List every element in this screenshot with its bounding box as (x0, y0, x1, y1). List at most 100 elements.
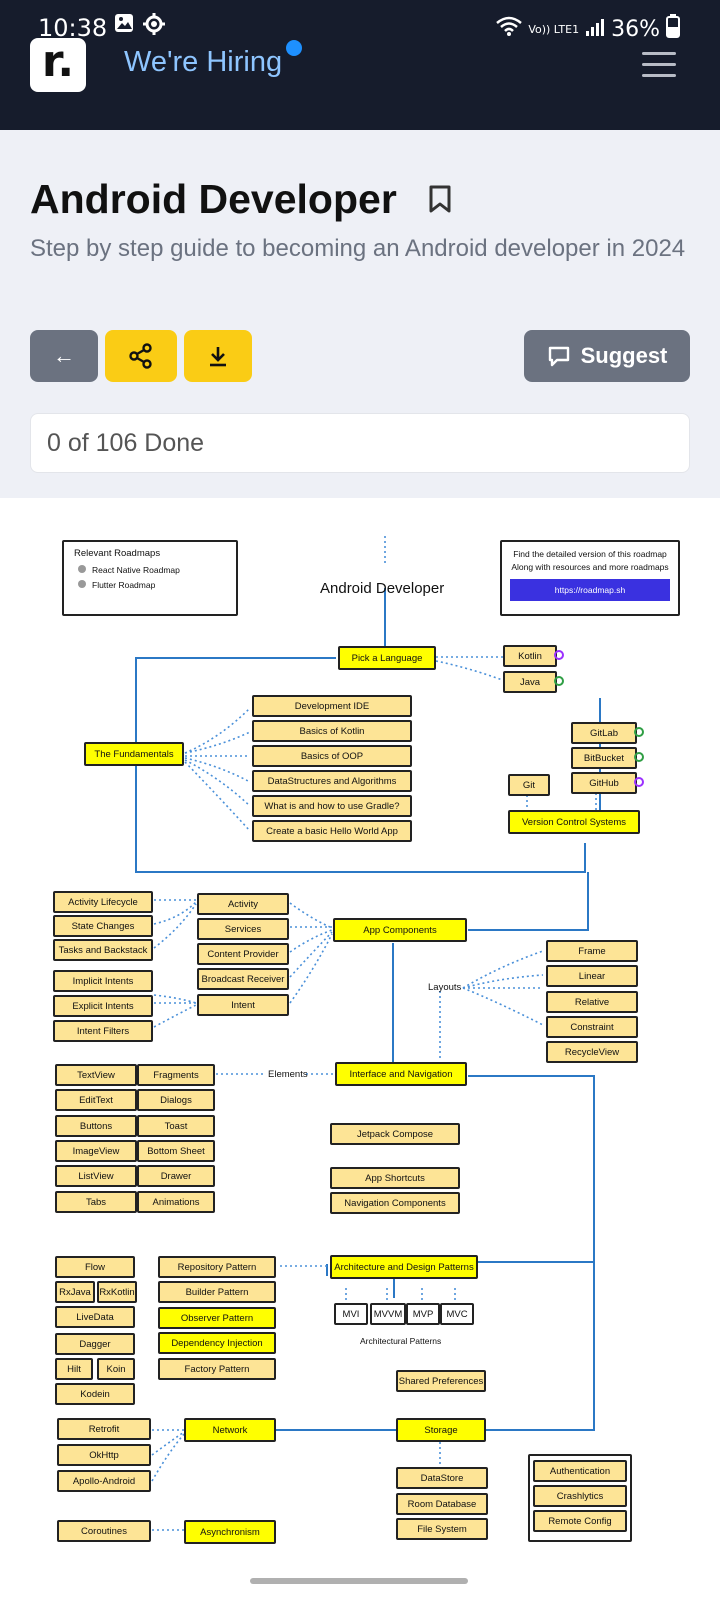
arch-pattern-item[interactable]: MVVM (370, 1303, 406, 1325)
reactive-item[interactable]: RxKotlin (97, 1281, 137, 1303)
relevant-item[interactable]: Flutter Roadmap (74, 580, 226, 590)
fundamentals-item[interactable]: Development IDE (252, 695, 412, 717)
design-pattern-item[interactable]: Dependency Injection (158, 1332, 276, 1354)
design-pattern-item[interactable]: Repository Pattern (158, 1256, 276, 1278)
storage-item[interactable]: Room Database (396, 1493, 488, 1515)
layout-item[interactable]: Relative (546, 991, 638, 1013)
component-detail-item[interactable]: Activity Lifecycle (53, 891, 153, 913)
network-item[interactable]: Apollo-Android (57, 1470, 151, 1492)
fundamentals-node[interactable]: The Fundamentals (84, 742, 184, 766)
ui-element-item[interactable]: Drawer (137, 1165, 215, 1187)
elements-label: Elements (268, 1069, 308, 1080)
app-components-node[interactable]: App Components (333, 918, 467, 942)
navigation-item[interactable]: App Shortcuts (330, 1167, 460, 1189)
component-detail-item[interactable]: Explicit Intents (53, 995, 153, 1017)
signal-icon (585, 17, 605, 42)
kotlin-node[interactable]: Kotlin (503, 645, 557, 667)
ui-element-item[interactable]: Toast (137, 1115, 215, 1137)
coroutines-node[interactable]: Coroutines (57, 1520, 151, 1542)
fundamentals-item[interactable]: Basics of Kotlin (252, 720, 412, 742)
git-node[interactable]: Git (508, 774, 550, 796)
fundamentals-item[interactable]: Create a basic Hello World App (252, 820, 412, 842)
storage-node[interactable]: Storage (396, 1418, 486, 1442)
fundamentals-item[interactable]: What is and how to use Gradle? (252, 795, 412, 817)
network-node[interactable]: Network (184, 1418, 276, 1442)
component-detail-item[interactable]: Tasks and Backstack (53, 939, 153, 961)
bookmark-icon[interactable] (428, 184, 452, 214)
reactive-item[interactable]: Hilt (55, 1358, 93, 1380)
ui-element-item[interactable]: TextView (55, 1064, 137, 1086)
arch-pattern-item[interactable]: MVI (334, 1303, 368, 1325)
fundamentals-item[interactable]: Basics of OOP (252, 745, 412, 767)
layout-item[interactable]: RecycleView (546, 1041, 638, 1063)
reactive-item[interactable]: LiveData (55, 1306, 135, 1328)
ui-element-item[interactable]: Bottom Sheet (137, 1140, 215, 1162)
component-detail-item[interactable]: State Changes (53, 915, 153, 937)
storage-item[interactable]: DataStore (396, 1467, 488, 1489)
component-item[interactable]: Content Provider (197, 943, 289, 965)
pick-language-node[interactable]: Pick a Language (338, 646, 436, 670)
layout-item[interactable]: Linear (546, 965, 638, 987)
component-item[interactable]: Activity (197, 893, 289, 915)
component-detail-item[interactable]: Intent Filters (53, 1020, 153, 1042)
share-button[interactable] (105, 330, 177, 382)
arch-pattern-item[interactable]: MVP (406, 1303, 440, 1325)
reactive-item[interactable]: Dagger (55, 1333, 135, 1355)
ui-element-item[interactable]: Animations (137, 1191, 215, 1213)
roadmap-link-button[interactable]: https://roadmap.sh (510, 579, 670, 601)
asynchronism-node[interactable]: Asynchronism (184, 1520, 276, 1544)
layout-item[interactable]: Constraint (546, 1016, 638, 1038)
firebase-item[interactable]: Authentication (533, 1460, 627, 1482)
architecture-node[interactable]: Architecture and Design Patterns (330, 1255, 478, 1279)
java-node[interactable]: Java (503, 671, 557, 693)
navigation-item[interactable]: Navigation Components (330, 1192, 460, 1214)
fundamentals-item[interactable]: DataStructures and Algorithms (252, 770, 412, 792)
ui-element-item[interactable]: Tabs (55, 1191, 137, 1213)
storage-item[interactable]: File System (396, 1518, 488, 1540)
network-item[interactable]: Retrofit (57, 1418, 151, 1440)
share-icon (129, 343, 152, 369)
ui-element-item[interactable]: ListView (55, 1165, 137, 1187)
arch-pattern-item[interactable]: MVC (440, 1303, 474, 1325)
back-button[interactable]: ← (30, 330, 98, 382)
detail-line: Find the detailed version of this roadma… (513, 549, 667, 559)
gesture-nav-bar[interactable] (250, 1578, 468, 1584)
hiring-link[interactable]: We're Hiring (124, 46, 282, 79)
ui-element-item[interactable]: Fragments (137, 1064, 215, 1086)
suggest-button[interactable]: Suggest (524, 330, 690, 382)
network-item[interactable]: OkHttp (57, 1444, 151, 1466)
firebase-item[interactable]: Remote Config (533, 1510, 627, 1532)
kotlin-check-icon (554, 650, 564, 660)
component-item[interactable]: Intent (197, 994, 289, 1016)
design-pattern-item[interactable]: Builder Pattern (158, 1281, 276, 1303)
app-header: 10:38 Vo)) LTE1 36% r. We're Hiring (0, 0, 720, 130)
firebase-item[interactable]: Crashlytics (533, 1485, 627, 1507)
vcs-item[interactable]: BitBucket (571, 747, 637, 769)
layout-item[interactable]: Frame (546, 940, 638, 962)
reactive-item[interactable]: RxJava (55, 1281, 95, 1303)
ui-element-item[interactable]: EditText (55, 1089, 137, 1111)
design-pattern-item[interactable]: Observer Pattern (158, 1307, 276, 1329)
hamburger-menu-icon[interactable] (642, 52, 676, 85)
vcs-node[interactable]: Version Control Systems (508, 810, 640, 834)
ui-element-item[interactable]: ImageView (55, 1140, 137, 1162)
roadmap-diagram: Relevant Roadmaps React Native Roadmap F… (0, 498, 720, 1600)
shared-preferences-node[interactable]: Shared Preferences (396, 1370, 486, 1392)
component-item[interactable]: Services (197, 918, 289, 940)
ui-element-item[interactable]: Dialogs (137, 1089, 215, 1111)
interface-navigation-node[interactable]: Interface and Navigation (335, 1062, 467, 1086)
roadmap-logo[interactable]: r. (30, 38, 86, 92)
reactive-item[interactable]: Flow (55, 1256, 135, 1278)
download-button[interactable] (184, 330, 252, 382)
ui-element-item[interactable]: Buttons (55, 1115, 137, 1137)
relevant-item[interactable]: React Native Roadmap (74, 565, 226, 575)
component-item[interactable]: Broadcast Receiver (197, 968, 289, 990)
reactive-item[interactable]: Koin (97, 1358, 135, 1380)
navigation-item[interactable]: Jetpack Compose (330, 1123, 460, 1145)
hiring-badge-dot (286, 40, 302, 56)
vcs-item[interactable]: GitLab (571, 722, 637, 744)
vcs-item[interactable]: GitHub (571, 772, 637, 794)
reactive-item[interactable]: Kodein (55, 1383, 135, 1405)
design-pattern-item[interactable]: Factory Pattern (158, 1358, 276, 1380)
component-detail-item[interactable]: Implicit Intents (53, 970, 153, 992)
